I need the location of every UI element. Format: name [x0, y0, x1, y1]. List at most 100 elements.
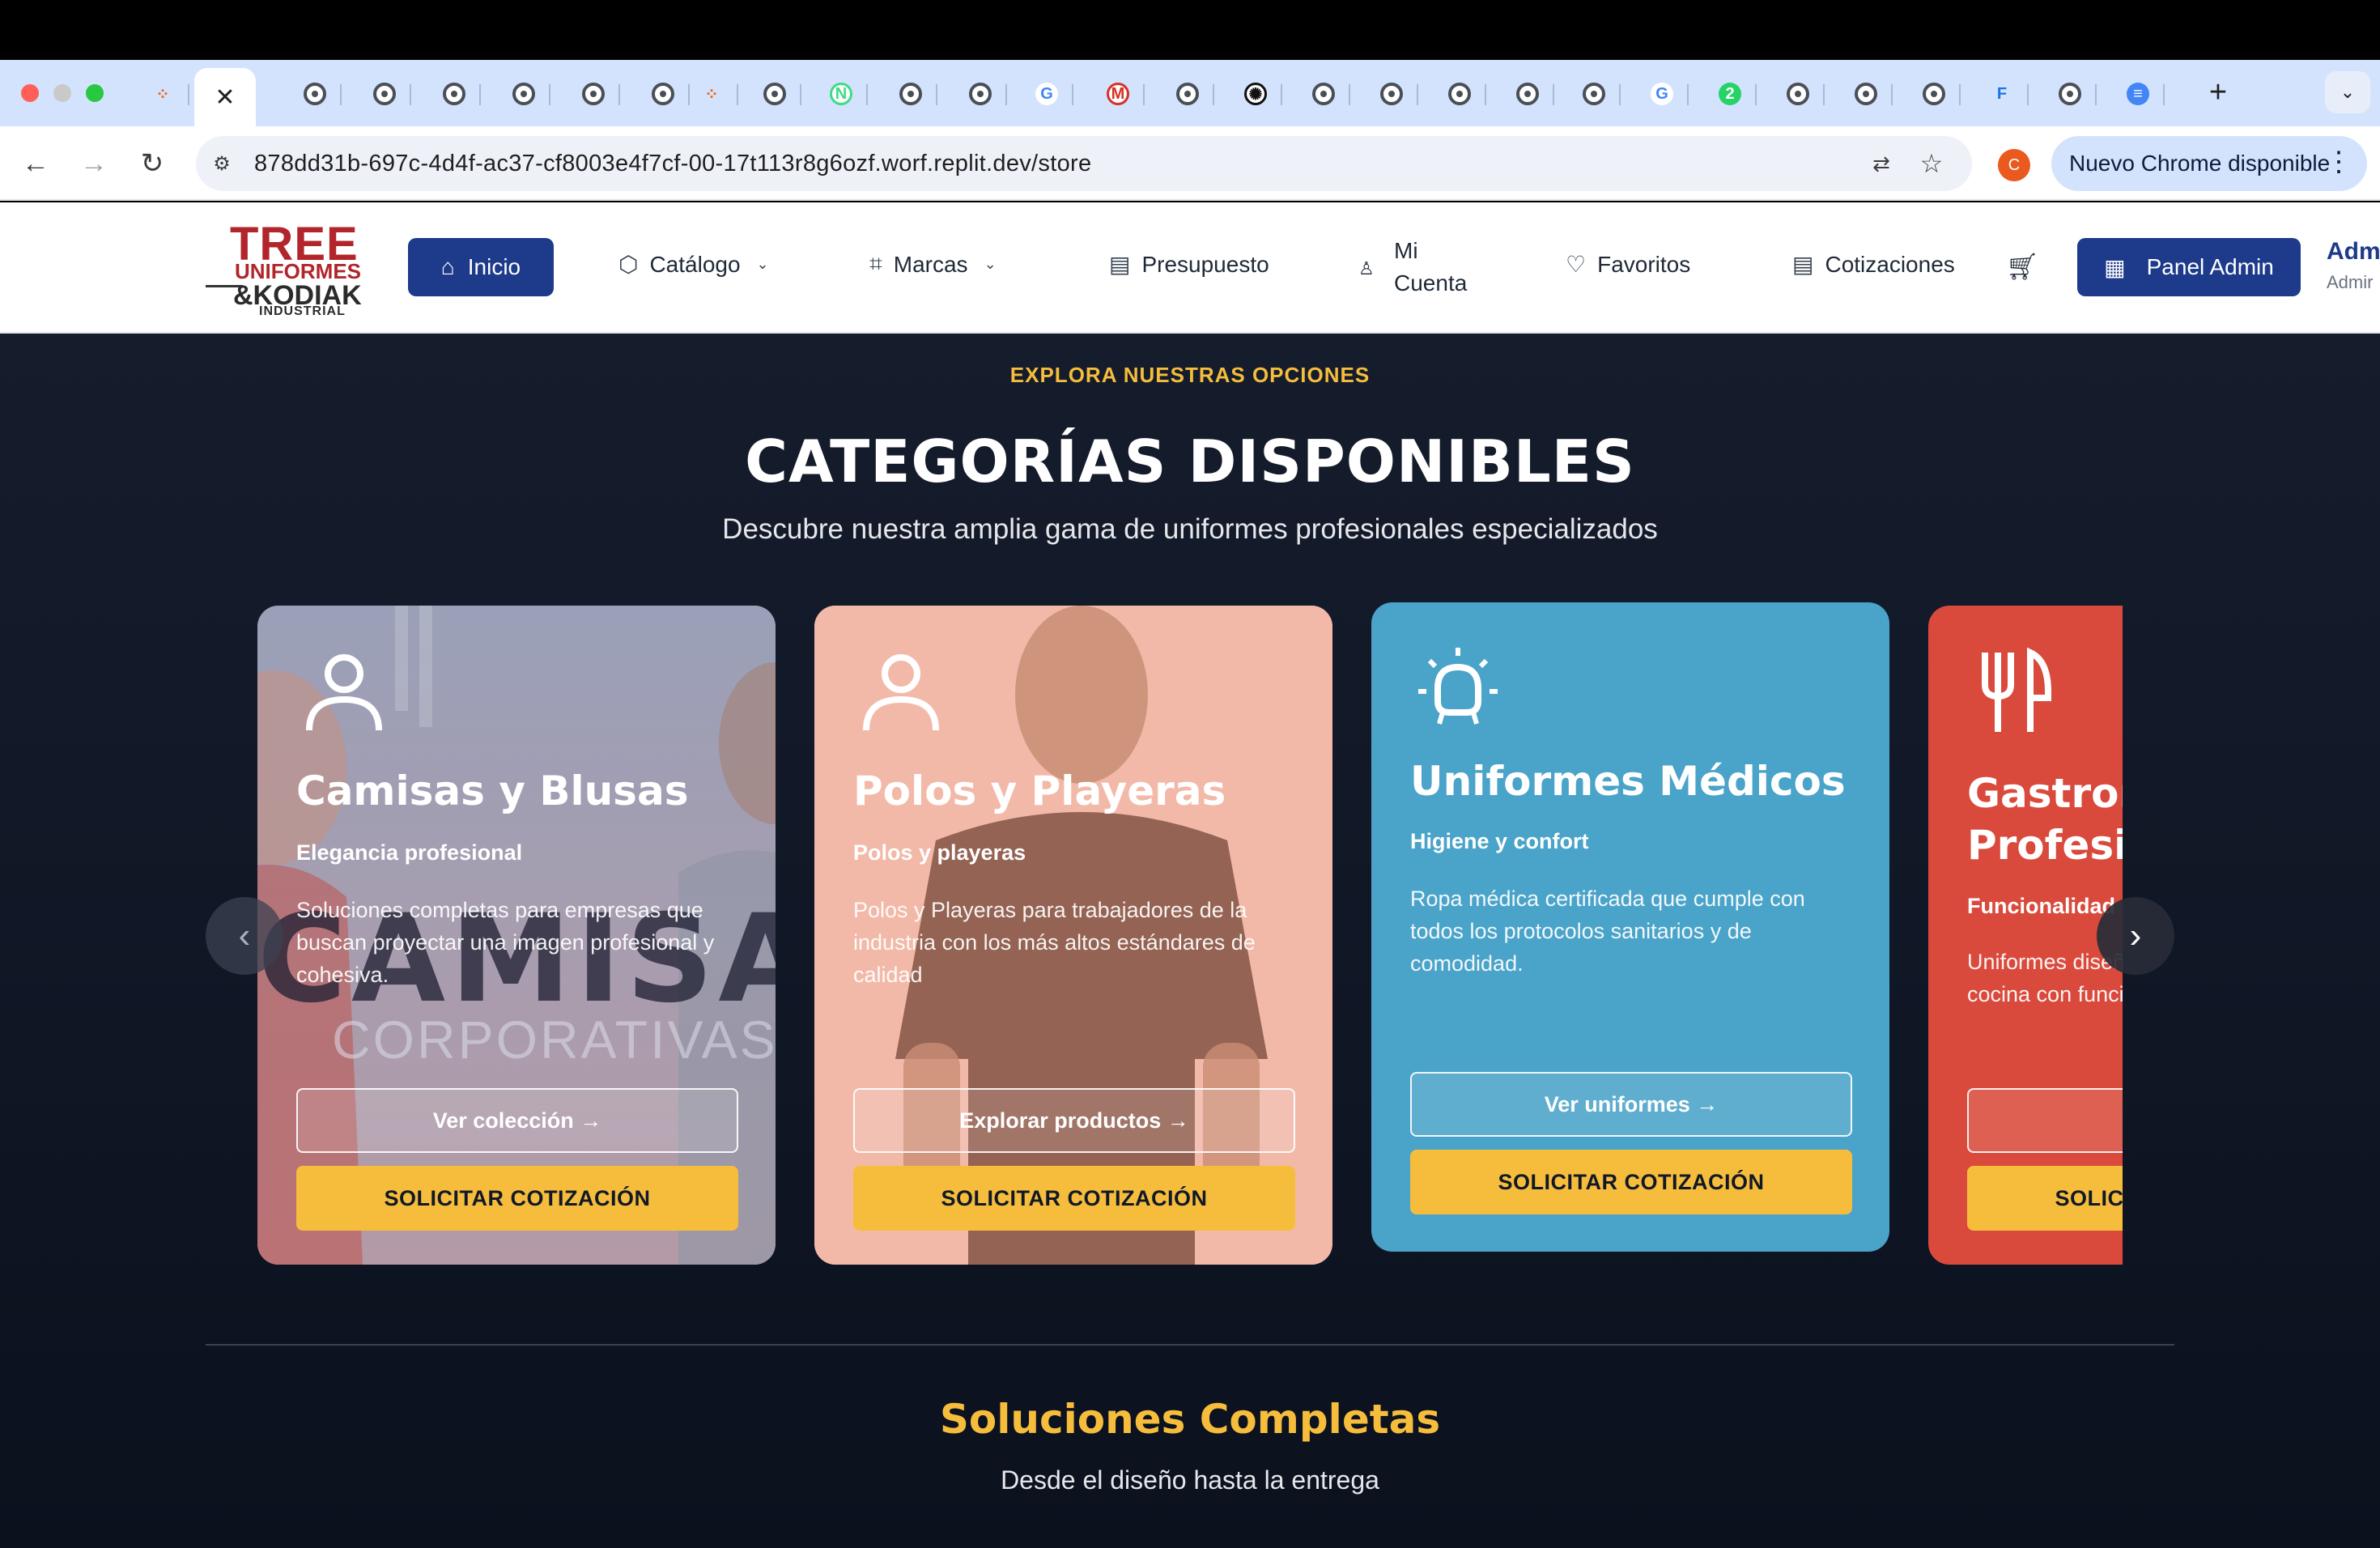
- tab-separator: [1959, 84, 1961, 105]
- brand-logo[interactable]: TREE UNIFORMES &KODIAK INDUSTRIAL: [202, 217, 364, 318]
- admin-user-name[interactable]: Adm: [2327, 238, 2380, 266]
- browser-tab[interactable]: [1502, 71, 1554, 117]
- zoom-window-button[interactable]: [86, 84, 104, 102]
- browser-tab[interactable]: ≡: [2113, 71, 2165, 117]
- replit-icon: ⁘: [704, 85, 719, 104]
- browser-tab[interactable]: [429, 71, 481, 117]
- browser-tab[interactable]: [1434, 71, 1486, 117]
- card-description: Ropa médica certificada que cumple con t…: [1410, 887, 1805, 976]
- browser-tab[interactable]: [638, 71, 690, 117]
- browser-tab[interactable]: 2: [1705, 71, 1757, 117]
- tag-icon: ⌗: [869, 251, 882, 276]
- site-settings-icon[interactable]: ⚙: [207, 149, 236, 178]
- tab-separator: [1891, 84, 1893, 105]
- browser-tab[interactable]: [290, 71, 342, 117]
- browser-tab[interactable]: [955, 71, 1007, 117]
- browser-tab[interactable]: [499, 71, 550, 117]
- browser-tab[interactable]: M: [1093, 71, 1145, 117]
- card-outline-button[interactable]: [1967, 1088, 2123, 1153]
- browser-tab[interactable]: [1773, 71, 1825, 117]
- browser-tab[interactable]: [1298, 71, 1350, 117]
- nav-inicio-button[interactable]: ⌂ Inicio: [408, 238, 554, 296]
- globe-icon: [1855, 83, 1877, 105]
- nav-cotizaciones[interactable]: ▤ Cotizaciones: [1792, 251, 1955, 278]
- browser-tab[interactable]: [1569, 71, 1621, 117]
- category-card-medicos[interactable]: Uniformes Médicos Higiene y confort Ropa…: [1371, 602, 1889, 1252]
- bookmark-star-icon[interactable]: ☆: [1915, 147, 1948, 180]
- browser-tab[interactable]: ⁘: [138, 71, 189, 117]
- profile-avatar[interactable]: C: [1998, 149, 2030, 181]
- browser-tab[interactable]: [886, 71, 937, 117]
- url-text[interactable]: 878dd31b-697c-4d4f-ac37-cf8003e4f7cf-00-…: [254, 151, 1091, 177]
- browser-tab[interactable]: F: [1977, 71, 2029, 117]
- nav-catalogo[interactable]: ⬡ Catálogo ⌄: [618, 251, 769, 278]
- translate-icon[interactable]: ⇄: [1865, 147, 1898, 180]
- browser-tab[interactable]: G: [1637, 71, 1689, 117]
- close-window-button[interactable]: [21, 84, 39, 102]
- active-tab[interactable]: ✕: [194, 68, 256, 126]
- card-tagline: Higiene y confort: [1410, 829, 1589, 853]
- nav-presupuesto[interactable]: ▤ Presupuesto: [1109, 251, 1269, 278]
- panel-admin-label: Panel Admin: [2146, 254, 2274, 279]
- browser-tab[interactable]: ✺: [1230, 71, 1282, 117]
- nav-favoritos[interactable]: ♡ Favoritos: [1566, 251, 1690, 278]
- new-tab-button[interactable]: +: [2199, 73, 2238, 112]
- tab-separator: [1553, 84, 1554, 105]
- building-icon: ▦: [2104, 254, 2126, 280]
- tab-separator: [866, 84, 868, 105]
- tab-separator: [2095, 84, 2097, 105]
- globe-icon: [1176, 83, 1199, 105]
- chrome-update-button[interactable]: Nuevo Chrome disponible ⋮: [2051, 136, 2367, 191]
- browser-tab[interactable]: [568, 71, 620, 117]
- ver-uniformes-button[interactable]: Ver uniformes →: [1410, 1072, 1852, 1137]
- nav-mi-cuenta[interactable]: ♙ Mi Cuenta: [1358, 235, 1467, 300]
- solicitar-cotizacion-button[interactable]: SOLICITAR COTIZACIÓN: [1967, 1166, 2123, 1231]
- solicitar-cotizacion-button[interactable]: SOLICITAR COTIZACIÓN: [296, 1166, 738, 1231]
- browser-tab[interactable]: N: [816, 71, 868, 117]
- solicitar-cotizacion-button[interactable]: SOLICITAR COTIZACIÓN: [853, 1166, 1295, 1231]
- category-card-camisas[interactable]: CAMISA CORPORATIVAS Camisas y Blusas Ele…: [257, 606, 776, 1265]
- update-label: Nuevo Chrome disponible: [2069, 151, 2331, 176]
- browser-tab[interactable]: [1909, 71, 1961, 117]
- close-tab-icon[interactable]: ✕: [215, 83, 235, 112]
- back-arrow-icon[interactable]: ←: [16, 144, 55, 183]
- carousel-prev-button[interactable]: ‹: [206, 897, 283, 975]
- browser-tab[interactable]: G: [1022, 71, 1073, 117]
- panel-admin-button[interactable]: ▦ Panel Admin: [2077, 238, 2301, 296]
- nav-marcas[interactable]: ⌗ Marcas ⌄: [869, 251, 997, 278]
- browser-tab[interactable]: [1162, 71, 1214, 117]
- more-vert-icon[interactable]: ⋮: [2325, 146, 2352, 178]
- minimize-window-button[interactable]: [53, 84, 71, 102]
- tab-separator: [188, 84, 189, 105]
- card-title: Polos y Playeras: [853, 768, 1226, 814]
- carousel-next-button[interactable]: ›: [2097, 897, 2174, 975]
- browser-tab[interactable]: [1841, 71, 1893, 117]
- solicitar-cotizacion-button[interactable]: SOLICITAR COTIZACIÓN: [1410, 1150, 1852, 1214]
- tab-separator: [1143, 84, 1145, 105]
- ver-coleccion-button[interactable]: Ver colección →: [296, 1088, 738, 1153]
- card-title: Uniformes Médicos: [1410, 758, 1846, 805]
- section-eyebrow: EXPLORA NUESTRAS OPCIONES: [1009, 363, 1371, 387]
- browser-tab[interactable]: [1366, 71, 1418, 117]
- document-icon: ▤: [1792, 252, 1814, 277]
- section-divider: [206, 1344, 2174, 1346]
- browser-tab[interactable]: [750, 71, 801, 117]
- globe-icon: [899, 83, 922, 105]
- card-description: Polos y Playeras para trabajadores de la…: [853, 898, 1256, 987]
- tab-search-button[interactable]: ⌄: [2325, 71, 2370, 113]
- cart-icon[interactable]: 🛒︎: [2006, 251, 2039, 282]
- reload-icon[interactable]: ↻: [133, 144, 172, 183]
- admin-user-role: Admir: [2327, 272, 2374, 292]
- nav-marcas-label: Marcas: [893, 251, 968, 277]
- browser-tab[interactable]: [359, 71, 411, 117]
- heart-icon: ♡: [1566, 252, 1587, 277]
- browser-tab[interactable]: [2045, 71, 2097, 117]
- category-card-gastronomia[interactable]: Gastronomía Profesional Funcionalidad Un…: [1928, 606, 2123, 1265]
- tab-separator: [1349, 84, 1350, 105]
- category-card-polos[interactable]: Polos y Playeras Polos y playeras Polos …: [814, 606, 1332, 1265]
- browser-tab[interactable]: ⁘: [686, 71, 738, 117]
- explorar-productos-button[interactable]: Explorar productos →: [853, 1088, 1295, 1153]
- globe-icon: [652, 83, 674, 105]
- solutions-title: Soluciones Completas: [939, 1396, 1441, 1443]
- forward-arrow-icon[interactable]: →: [74, 144, 113, 183]
